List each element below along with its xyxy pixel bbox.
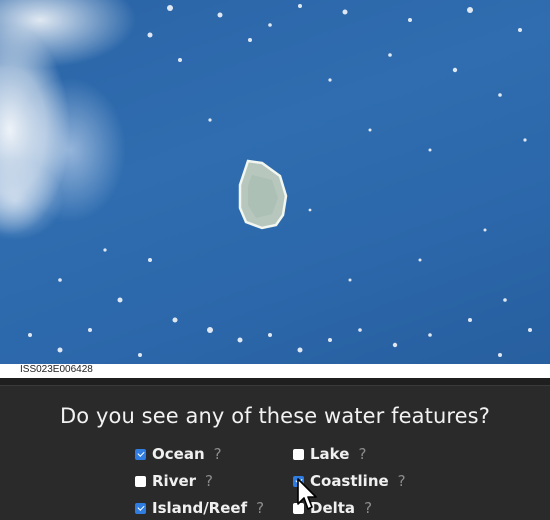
help-icon[interactable]: ? bbox=[398, 472, 406, 490]
option-label-coastline: Coastline bbox=[310, 472, 389, 490]
option-label-river: River bbox=[152, 472, 197, 490]
island bbox=[238, 159, 288, 230]
photo-id-caption: ISS023E006428 bbox=[20, 364, 93, 375]
divider bbox=[0, 378, 550, 386]
option-ocean[interactable]: Ocean ? bbox=[135, 443, 222, 465]
help-icon[interactable]: ? bbox=[364, 499, 372, 517]
checkbox-island-reef[interactable] bbox=[135, 502, 146, 514]
option-island-reef[interactable]: Island/Reef ? bbox=[135, 497, 264, 519]
satellite-photo bbox=[0, 0, 550, 364]
help-icon[interactable]: ? bbox=[358, 445, 366, 463]
mouse-pointer-icon bbox=[297, 478, 317, 510]
question-title: Do you see any of these water features? bbox=[60, 404, 490, 428]
help-icon[interactable]: ? bbox=[205, 472, 213, 490]
help-icon[interactable]: ? bbox=[256, 499, 264, 517]
checkbox-lake[interactable] bbox=[293, 448, 304, 460]
help-icon[interactable]: ? bbox=[214, 445, 222, 463]
option-river[interactable]: River ? bbox=[135, 470, 213, 492]
checkbox-ocean[interactable] bbox=[135, 448, 146, 460]
option-label-island-reef: Island/Reef bbox=[152, 499, 248, 517]
photo-scene bbox=[28, 4, 532, 357]
option-label-lake: Lake bbox=[310, 445, 350, 463]
option-label-ocean: Ocean bbox=[152, 445, 205, 463]
option-lake[interactable]: Lake ? bbox=[293, 443, 366, 465]
checkbox-river[interactable] bbox=[135, 475, 146, 487]
